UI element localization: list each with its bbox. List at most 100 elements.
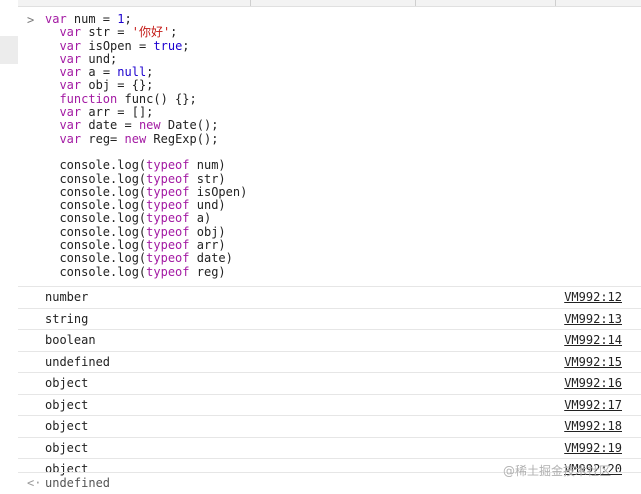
- log-source-link[interactable]: VM992:15: [564, 355, 622, 369]
- code-token-plain: ;: [182, 38, 190, 53]
- code-token-plain: a =: [81, 65, 118, 80]
- code-token-plain: und): [189, 198, 226, 213]
- code-token-kw: typeof: [146, 158, 190, 173]
- log-message: object: [45, 419, 89, 433]
- code-line: var a = null;: [45, 66, 247, 79]
- console-output-list: number VM992:12 string VM992:13 boolean VM992…: [18, 286, 641, 480]
- code-token-plain: date): [189, 251, 233, 266]
- code-token-kw: var: [59, 118, 82, 133]
- toolbar-divider: [250, 0, 251, 6]
- code-token-kw: var: [59, 51, 82, 66]
- log-message: object: [45, 440, 89, 455]
- log-message: boolean: [45, 333, 96, 347]
- log-message: object: [45, 397, 89, 412]
- code-token-kw: var: [59, 131, 82, 146]
- code-token-kw: var: [59, 105, 82, 120]
- code-line: var date = new Date();: [45, 119, 247, 132]
- code-token-plain: ;: [124, 12, 132, 26]
- code-line: var str = '你好';: [45, 26, 247, 39]
- code-token-kw: typeof: [146, 184, 190, 199]
- code-token-plain: arr = [];: [81, 105, 154, 120]
- log-source-link[interactable]: VM992:18: [564, 419, 622, 433]
- code-line: function func() {};: [45, 91, 247, 106]
- code-token-plain: reg=: [81, 131, 125, 146]
- watermark-text: @稀土掘金技术社区: [503, 464, 612, 478]
- code-token-kw: var: [59, 25, 82, 40]
- toolbar-divider: [415, 0, 416, 6]
- code-token-plain: console.log(: [45, 184, 147, 199]
- code-token-num: 1: [117, 12, 125, 26]
- code-token-plain: func() {};: [117, 91, 197, 106]
- code-token-kw: typeof: [146, 238, 190, 253]
- code-token-plain: num =: [66, 12, 118, 26]
- code-token-plain: ;: [146, 65, 154, 80]
- console-input-code[interactable]: var num = 1; var str = '你好'; var isOpen …: [45, 12, 248, 279]
- code-token-plain: console.log(: [45, 198, 147, 213]
- code-token-plain: console.log(: [45, 171, 147, 186]
- code-token-plain: console.log(: [45, 211, 147, 226]
- console-log-row: number VM992:12: [18, 286, 641, 308]
- console-log-row: undefined VM992:15: [18, 350, 641, 373]
- code-line: console.log(typeof obj): [45, 224, 247, 239]
- code-token-kw: var: [59, 38, 82, 53]
- code-token-kw: var: [45, 12, 67, 26]
- code-token-plain: str): [189, 171, 226, 186]
- log-source-link[interactable]: VM992:17: [564, 398, 622, 412]
- log-message: string: [45, 311, 89, 326]
- code-token-plain: ;: [170, 25, 178, 40]
- code-token-kw: function: [59, 91, 118, 106]
- code-token-kw: typeof: [146, 224, 190, 239]
- console-log-row: object VM992:17: [18, 393, 641, 416]
- code-token-plain: arr): [189, 238, 226, 253]
- code-token-kw: new: [124, 131, 147, 146]
- code-token-kw: typeof: [146, 264, 190, 279]
- code-line: console.log(typeof a): [45, 212, 247, 225]
- code-token-plain: a): [189, 211, 212, 226]
- sidebar-selected-item[interactable]: [0, 36, 18, 64]
- log-source-link[interactable]: VM992:16: [564, 376, 622, 390]
- code-token-plain: isOpen): [189, 184, 248, 199]
- code-token-plain: console.log(: [45, 224, 147, 239]
- code-line: var arr = [];: [45, 105, 247, 120]
- code-token-plain: isOpen =: [81, 38, 154, 53]
- log-source-link[interactable]: VM992:19: [564, 441, 622, 455]
- code-token-plain: obj = {};: [81, 78, 154, 93]
- code-token-plain: str =: [81, 25, 132, 40]
- code-line: var obj = {};: [45, 79, 247, 92]
- code-token-plain: und;: [81, 51, 118, 66]
- code-line: console.log(typeof arr): [45, 238, 247, 253]
- code-token-plain: reg): [189, 264, 226, 279]
- code-line: var reg= new RegExp();: [45, 131, 247, 146]
- console-top-toolbar: [0, 0, 641, 7]
- code-token-plain: console.log(: [45, 264, 147, 279]
- console-log-row: boolean VM992:14: [18, 329, 641, 351]
- log-source-link[interactable]: VM992:13: [564, 312, 622, 326]
- code-token-num: true: [153, 38, 183, 53]
- code-token-kw: typeof: [146, 251, 190, 266]
- console-log-row: object VM992:16: [18, 372, 641, 394]
- code-line: console.log(typeof str): [45, 171, 247, 186]
- code-token-kw: var: [59, 65, 82, 80]
- code-token-plain: console.log(: [45, 251, 147, 266]
- log-source-link[interactable]: VM992:12: [564, 290, 622, 304]
- code-token-plain: console.log(: [45, 158, 147, 173]
- code-token-kw: typeof: [146, 211, 190, 226]
- log-message: number: [45, 290, 89, 304]
- code-token-kw: typeof: [146, 198, 190, 213]
- log-message: undefined: [45, 354, 111, 369]
- console-log-row: string VM992:13: [18, 307, 641, 330]
- code-line: console.log(typeof isOpen): [45, 184, 248, 199]
- code-token-plain: num): [189, 158, 226, 173]
- code-token-plain: RegExp();: [146, 131, 219, 146]
- code-token-plain: date =: [81, 118, 139, 133]
- code-line: console.log(typeof reg): [45, 264, 247, 279]
- console-log-row: object VM992:19: [18, 436, 641, 459]
- toolbar-divider: [555, 0, 556, 6]
- log-source-link[interactable]: VM992:14: [564, 333, 622, 347]
- console-sidebar-gutter: [0, 0, 18, 493]
